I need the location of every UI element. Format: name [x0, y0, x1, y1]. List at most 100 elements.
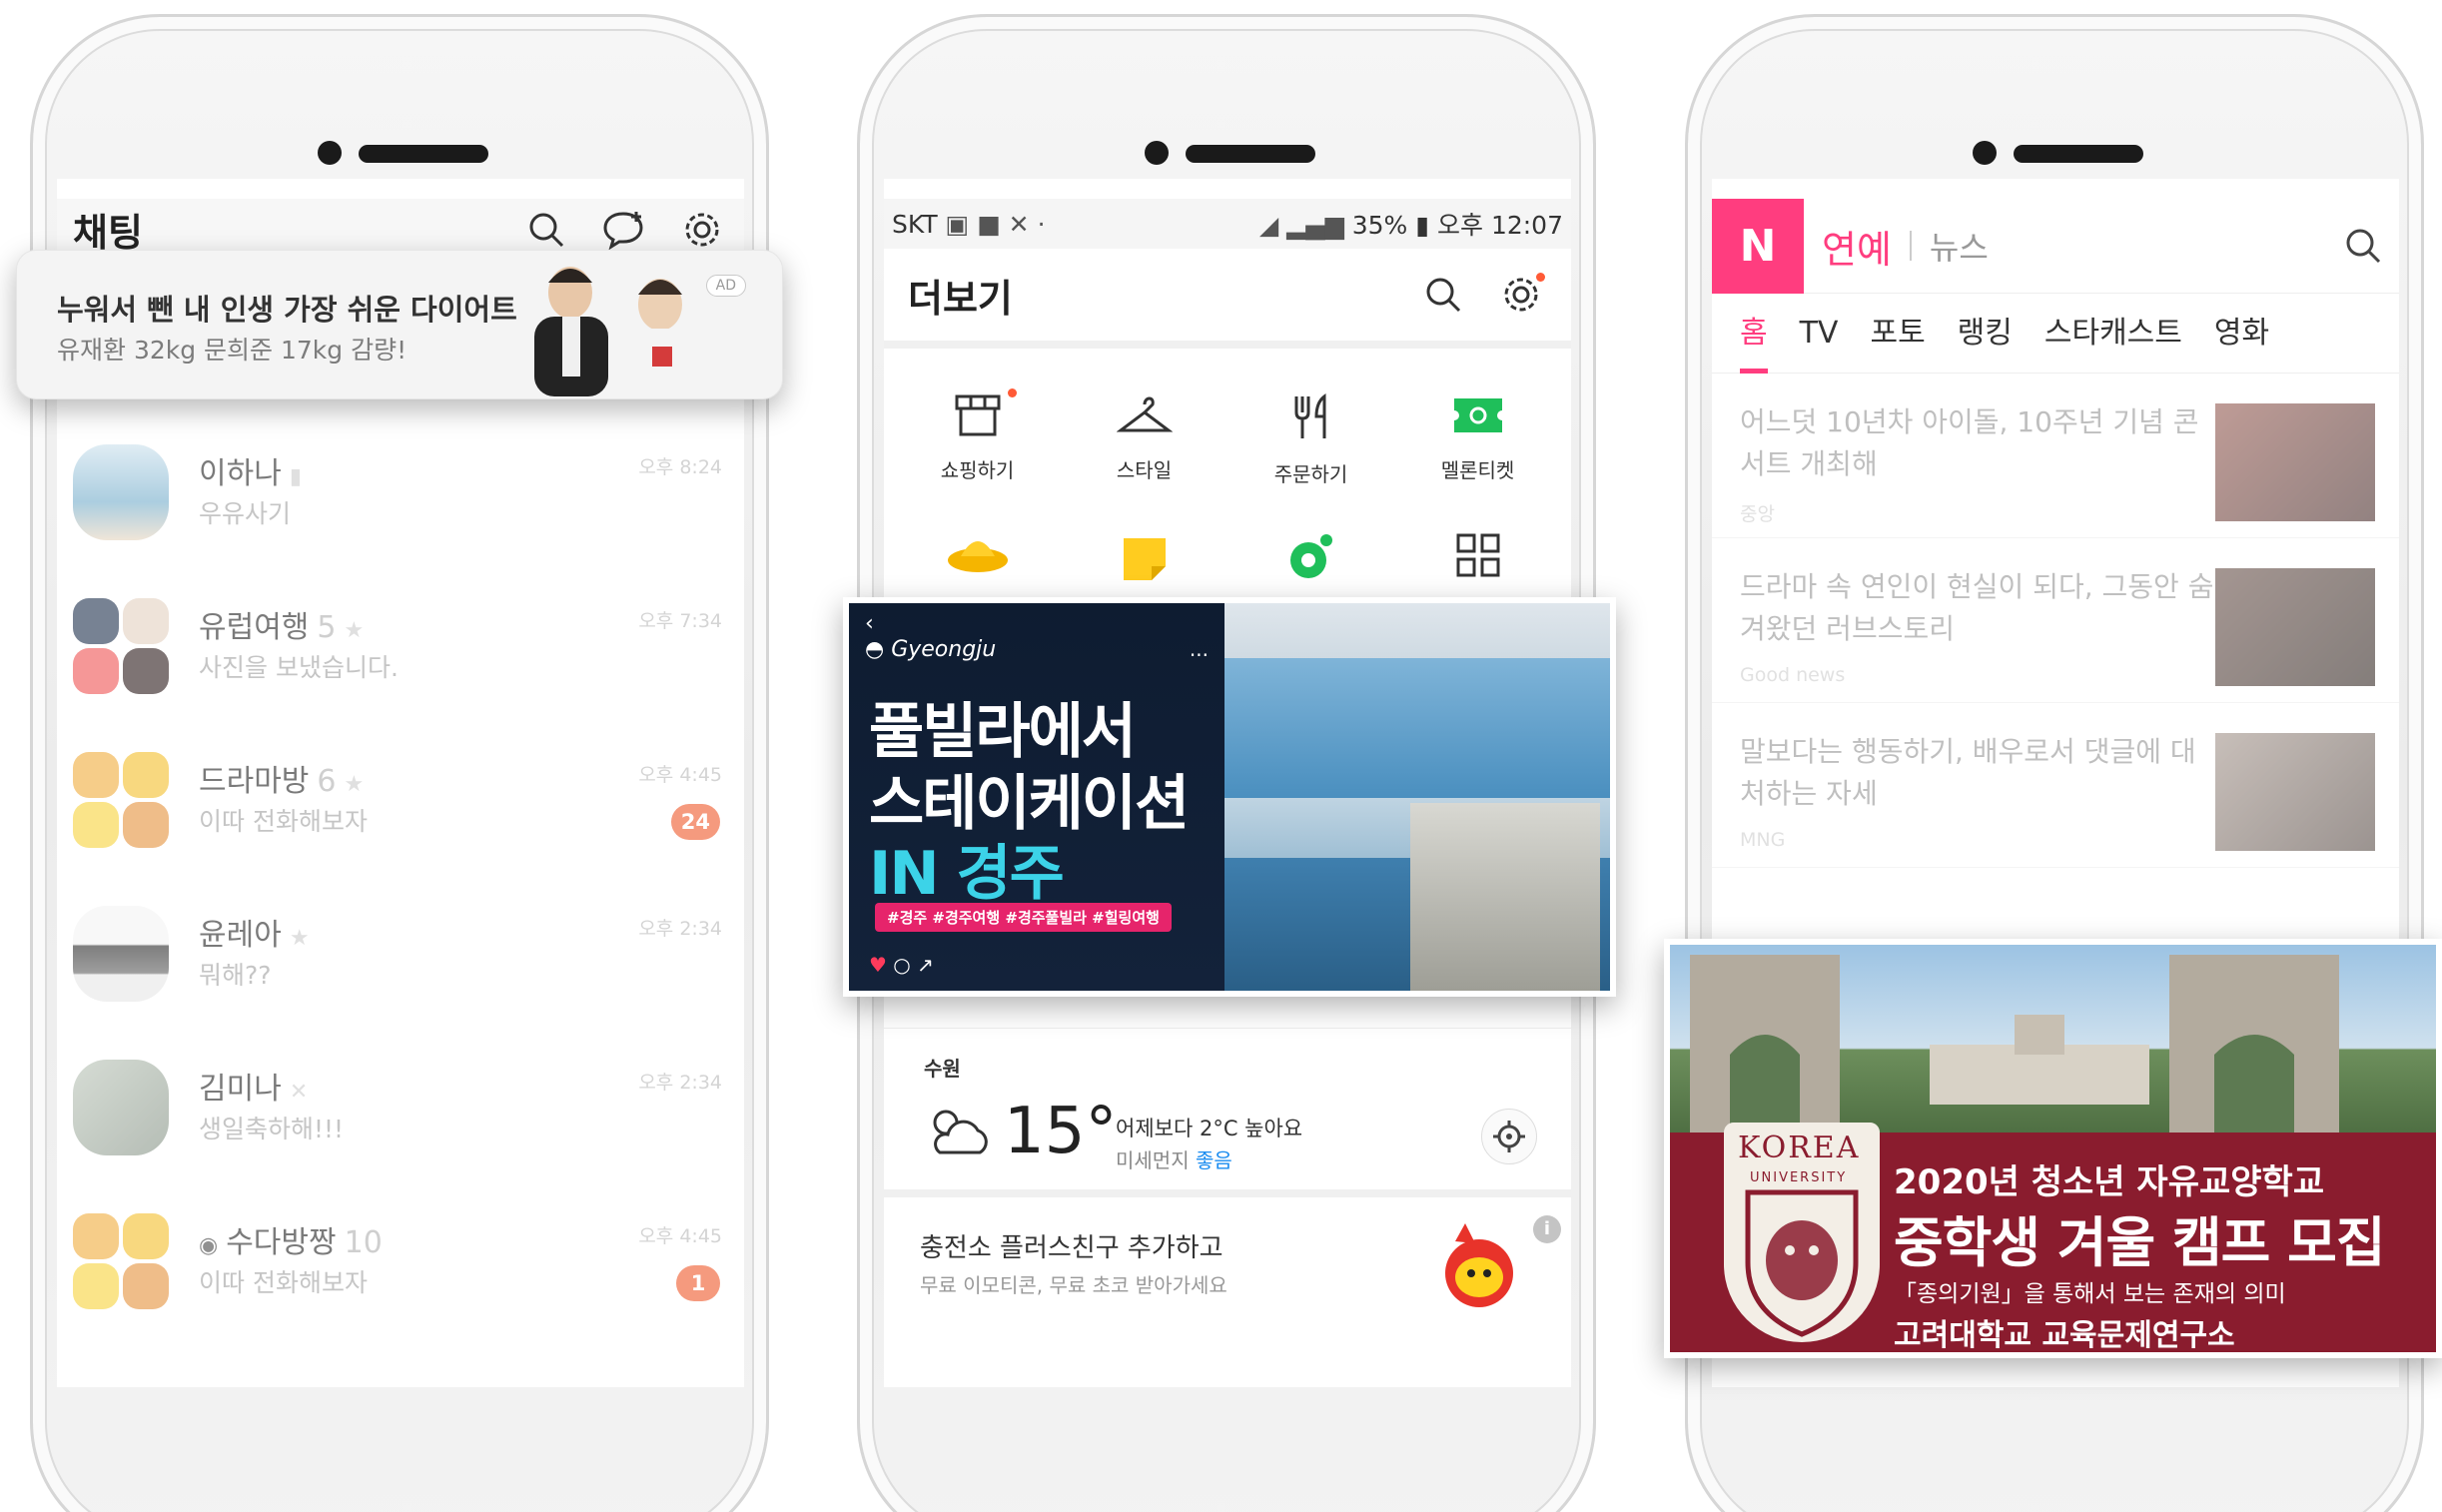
open-chat-icon: ◉ [199, 1233, 219, 1258]
status-bar: SKT ▣ ■ ✕ · ◢ ▂▄▆ 35% ▮ 오후 12:07 [884, 199, 1571, 249]
battery-level: 35% [1351, 211, 1408, 240]
banner-hashtags: #경주 #경주여행 #경주풀빌라 #힐링여행 [875, 903, 1172, 932]
new-dot [1008, 388, 1017, 397]
showcase-canvas: 채팅 이하나 ▮ 우유사기 오후 8:24 유럽여행 5 ★ 사진을 보냈습니다… [0, 0, 2442, 1512]
chat-name: 유럽여행 [199, 610, 310, 645]
pin-icon: ▮ [289, 464, 302, 489]
member-count: 6 [317, 764, 337, 799]
earpiece-speaker [359, 145, 488, 163]
phone-frame-chat: 채팅 이하나 ▮ 우유사기 오후 8:24 유럽여행 5 ★ 사진을 보냈습니다… [30, 14, 769, 1512]
weather-card[interactable]: 수원 15° 어제보다 2°C 높아요 미세먼지 좋음 [884, 1028, 1571, 1187]
ad-banner[interactable]: 누워서 뺀 내 인생 가장 쉬운 다이어트 유재환 32kg 문희준 17kg … [16, 250, 783, 399]
fine-dust-value: 좋음 [1195, 1148, 1232, 1172]
chat-name: 김미나 [199, 1072, 282, 1107]
ad-line-3: 「종의기원」을 통해서 보는 존재의 의미 [1894, 1281, 2286, 1307]
grid-label: 쇼핑하기 [940, 458, 1015, 482]
campus-photo [1670, 945, 2436, 1133]
fine-dust-label: 미세먼지 [1116, 1148, 1190, 1172]
ad-line-4: 고려대학교 교육문제연구소 [1894, 1318, 2235, 1353]
sticky-note-icon [1120, 532, 1170, 586]
chat-row[interactable]: ◉ 수다방짱 10 이따 전화해보자 오후 4:45 1 [57, 1197, 744, 1351]
chat-name: 수다방짱 [226, 1225, 337, 1260]
chat-time: 오후 2:34 [638, 918, 722, 940]
tab-starcast[interactable]: 스타캐스트 [2044, 294, 2182, 374]
back-chevron-icon: ‹ [865, 611, 874, 636]
korea-university-ad[interactable]: KOREA UNIVERSITY 2020년 청소년 자유교양학교 중학생 겨울… [1664, 939, 2442, 1358]
chat-row[interactable]: 이하나 ▮ 우유사기 오후 8:24 [57, 428, 744, 582]
unread-badge: 1 [676, 1265, 720, 1301]
unread-badge: 24 [670, 804, 720, 840]
group-avatar [73, 752, 169, 848]
fork-icon [1286, 392, 1336, 446]
grid-item-style[interactable]: 스타일 [1061, 369, 1227, 508]
seaside-building [1410, 803, 1600, 991]
chat-name: 이하나 [199, 456, 282, 491]
grid-item-melon-ticket[interactable]: 멜론티켓 [1394, 369, 1561, 508]
partly-cloudy-icon [920, 1101, 996, 1164]
clock: 오후 12:07 [1437, 211, 1563, 240]
new-chat-icon[interactable] [598, 204, 650, 256]
mascot-icon [1435, 1217, 1531, 1321]
banner-photo-collage [1224, 603, 1610, 991]
promo-subtitle: 무료 이모티콘, 무료 초코 받아가세요 [920, 1273, 1227, 1297]
chat-time: 오후 4:45 [638, 1225, 722, 1247]
member-count: 5 [317, 610, 337, 645]
chat-last-message: 생일축하해!!! [199, 1115, 345, 1143]
section-title[interactable]: 연예 [1822, 219, 1892, 274]
avatar [73, 906, 169, 1002]
tab-ranking[interactable]: 랭킹 [1958, 294, 2013, 374]
tab-tv[interactable]: TV [1800, 294, 1839, 374]
front-camera [1973, 141, 1997, 165]
grid-item-order[interactable]: 주문하기 [1227, 369, 1394, 508]
heart-comment-icons: ♥ ○ ↗ [869, 953, 934, 977]
new-dot [1536, 273, 1545, 282]
shop-icon [953, 392, 1003, 442]
university-wordmark: KOREA [1738, 1131, 1861, 1165]
chat-last-message: 이따 전화해보자 [199, 807, 368, 836]
tab-movie[interactable]: 영화 [2214, 294, 2269, 374]
more-dots-icon: ··· [1189, 643, 1209, 667]
chat-last-message: 우유사기 [199, 499, 292, 528]
hanger-icon [1116, 392, 1173, 442]
chat-last-message: 이따 전화해보자 [199, 1268, 368, 1297]
earpiece-speaker [1186, 145, 1315, 163]
gyeongju-travel-banner[interactable]: ‹ ◓ Gyeongju ··· 풀빌라에서 스테이케이션 IN 경주 #경주 … [843, 597, 1616, 997]
chat-time: 오후 2:34 [638, 1072, 722, 1094]
ad-line-1: 2020년 청소년 자유교양학교 [1894, 1162, 2325, 1202]
news-tabs: 홈 TV 포토 랭킹 스타캐스트 영화 [1712, 294, 2399, 374]
chat-row[interactable]: 유럽여행 5 ★ 사진을 보냈습니다. 오후 7:34 [57, 582, 744, 736]
chat-row[interactable]: 김미나 ✕ 생일축하해!!! 오후 2:34 [57, 1044, 744, 1197]
settings-gear-icon[interactable] [1495, 269, 1547, 321]
search-icon[interactable] [2337, 220, 2389, 272]
info-icon[interactable]: i [1533, 1215, 1561, 1243]
ad-line-2: 중학생 겨울 캠프 모집 [1894, 1211, 2386, 1274]
grid-label: 멜론티켓 [1440, 458, 1515, 482]
battery-icon: ▮ [1415, 211, 1430, 240]
page-title: 더보기 [908, 276, 1013, 321]
section-news-link[interactable]: 뉴스 [1930, 223, 2311, 269]
settings-gear-icon[interactable] [676, 204, 728, 256]
search-icon[interactable] [520, 204, 572, 256]
ad-label-badge: AD [705, 275, 746, 297]
location-target-icon[interactable] [1481, 1109, 1537, 1164]
page-title: 채팅 [73, 211, 143, 255]
mute-icon: ✕ [289, 1080, 309, 1105]
university-subwordmark: UNIVERSITY [1750, 1170, 1848, 1185]
ufo-icon [945, 532, 1011, 582]
naver-logo[interactable]: N [1712, 198, 1804, 294]
plusfriend-promo[interactable]: 충전소 플러스친구 추가하고 무료 이모티콘, 무료 초코 받아가세요 i [884, 1189, 1571, 1329]
search-icon[interactable] [1417, 269, 1469, 321]
earpiece-speaker [2014, 145, 2143, 163]
chat-name: 드라마방 [199, 764, 310, 799]
star-icon: ★ [289, 926, 310, 951]
ad-title: 누워서 뺀 내 인생 가장 쉬운 다이어트 [57, 293, 517, 327]
grid-item-shopping[interactable]: 쇼핑하기 [894, 369, 1061, 508]
chat-row[interactable]: 드라마방 6 ★ 이따 전화해보자 오후 4:45 24 [57, 736, 744, 890]
chat-time: 오후 4:45 [638, 764, 722, 786]
tab-home[interactable]: 홈 [1740, 294, 1768, 374]
weather-city: 수원 [924, 1057, 961, 1081]
tab-photo[interactable]: 포토 [1870, 294, 1925, 374]
chat-row[interactable]: 윤레아 ★ 뭐해?? 오후 2:34 [57, 890, 744, 1044]
group-avatar [73, 598, 169, 694]
signal-icon: ◢ ▂▄▆ [1258, 211, 1352, 240]
